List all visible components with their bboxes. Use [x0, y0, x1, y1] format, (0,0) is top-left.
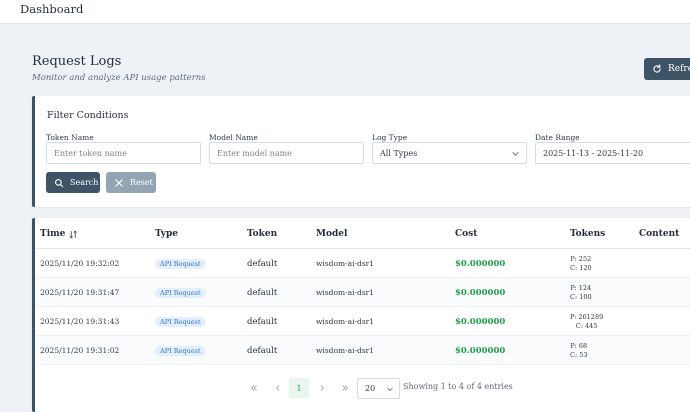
table-row[interactable]: 2025/11/20 19:31:43 API Request default …: [35, 307, 690, 336]
next-page-button[interactable]: [312, 378, 332, 398]
sort-icon[interactable]: [69, 230, 78, 239]
refresh-label: Refres: [668, 64, 690, 74]
date-range-label: Date Range: [535, 133, 580, 142]
table-row[interactable]: 2025/11/20 19:32:02 API Request default …: [35, 249, 690, 278]
page-size-select[interactable]: 20: [357, 378, 400, 399]
prompt-tokens: P: 261289: [570, 312, 604, 321]
first-page-button[interactable]: [244, 378, 264, 398]
reset-button[interactable]: Reset: [106, 172, 156, 193]
type-badge: API Request: [155, 345, 206, 356]
filter-title: Filter Conditions: [47, 110, 129, 121]
log-type-value: All Types: [380, 148, 418, 158]
time-cell: 2025/11/20 19:32:02: [40, 259, 120, 268]
search-button[interactable]: Search: [46, 172, 100, 193]
page-size-value: 20: [365, 384, 376, 393]
last-page-button[interactable]: [335, 378, 355, 398]
search-icon: [55, 178, 64, 187]
prompt-tokens: P: 124: [570, 283, 592, 292]
page-button-1[interactable]: 1: [289, 378, 309, 398]
type-badge: API Request: [155, 287, 206, 298]
top-bar: Dashboard: [0, 0, 690, 24]
completion-tokens: C: 120: [570, 263, 592, 272]
page-title: Request Logs: [32, 54, 122, 69]
double-chevron-left-icon: [250, 385, 257, 391]
chevron-down-icon: [387, 387, 393, 392]
pagination: 1 20 Showing 1 to 4 of 4 entries: [35, 378, 690, 399]
chevron-left-icon: [275, 385, 280, 391]
token-cell: default: [247, 345, 278, 356]
column-header-tokens: Tokens: [570, 229, 606, 239]
double-chevron-right-icon: [342, 385, 349, 391]
prompt-tokens: P: 252: [570, 254, 592, 263]
model-cell: wisdom-ai-dsr1: [316, 346, 375, 355]
model-cell: wisdom-ai-dsr1: [316, 259, 375, 268]
cost-cell: $0.000000: [455, 316, 506, 327]
token-cell: default: [247, 258, 278, 269]
token-cell: default: [247, 287, 278, 298]
model-name-label: Model Name: [209, 133, 258, 142]
column-header-model: Model: [316, 229, 348, 239]
date-range-input[interactable]: 2025-11-13 - 2025-11-20: [535, 142, 690, 164]
tokens-cell: P: 252 C: 120: [570, 249, 592, 278]
token-name-input[interactable]: Enter token name: [46, 142, 201, 164]
time-cell: 2025/11/20 19:31:47: [40, 288, 120, 297]
cost-cell: $0.000000: [455, 345, 506, 356]
column-header-type: Type: [155, 229, 178, 239]
chevron-right-icon: [320, 385, 325, 391]
model-cell: wisdom-ai-dsr1: [316, 288, 375, 297]
cost-cell: $0.000000: [455, 287, 506, 298]
page-subtitle: Monitor and analyze API usage patterns: [32, 73, 206, 83]
prev-page-button[interactable]: [268, 378, 288, 398]
token-name-label: Token Name: [46, 133, 94, 142]
completion-tokens: C: 53: [570, 350, 588, 359]
completion-tokens: C: 445: [575, 321, 598, 330]
time-cell: 2025/11/20 19:31:43: [40, 317, 120, 326]
completion-tokens: C: 100: [570, 292, 592, 301]
refresh-icon: [653, 64, 661, 73]
token-cell: default: [247, 316, 278, 327]
log-type-label: Log Type: [372, 133, 408, 142]
entries-summary: Showing 1 to 4 of 4 entries: [403, 382, 513, 391]
table-row[interactable]: 2025/11/20 19:31:47 API Request default …: [35, 278, 690, 307]
type-badge: API Request: [155, 316, 206, 327]
search-label: Search: [70, 178, 99, 187]
column-header-token: Token: [247, 229, 278, 239]
app-title: Dashboard: [20, 2, 84, 16]
cost-cell: $0.000000: [455, 258, 506, 269]
reset-label: Reset: [130, 178, 153, 187]
close-icon: [115, 178, 123, 187]
tokens-cell: P: 124 C: 100: [570, 278, 592, 307]
model-name-input[interactable]: Enter model name: [209, 142, 364, 164]
log-type-select[interactable]: All Types: [372, 142, 527, 164]
refresh-button[interactable]: Refres: [644, 58, 690, 80]
column-header-time[interactable]: Time: [40, 229, 78, 239]
column-header-cost: Cost: [455, 229, 478, 239]
time-cell: 2025/11/20 19:31:02: [40, 346, 120, 355]
filter-panel: Filter Conditions Token Name Enter token…: [32, 96, 690, 207]
column-header-content: Content: [639, 229, 680, 239]
tokens-cell: P: 68 C: 53: [570, 336, 588, 365]
logs-table: Time Type Token Model Cost Tokens Conten…: [32, 218, 690, 412]
chevron-down-icon: [512, 152, 519, 156]
page-header: Request Logs Monitor and analyze API usa…: [32, 54, 206, 83]
table-row[interactable]: 2025/11/20 19:31:02 API Request default …: [35, 336, 690, 365]
type-badge: API Request: [155, 258, 206, 269]
tokens-cell: P: 261289 C: 445: [570, 307, 603, 336]
prompt-tokens: P: 68: [570, 341, 588, 350]
model-cell: wisdom-ai-dsr1: [316, 317, 375, 326]
